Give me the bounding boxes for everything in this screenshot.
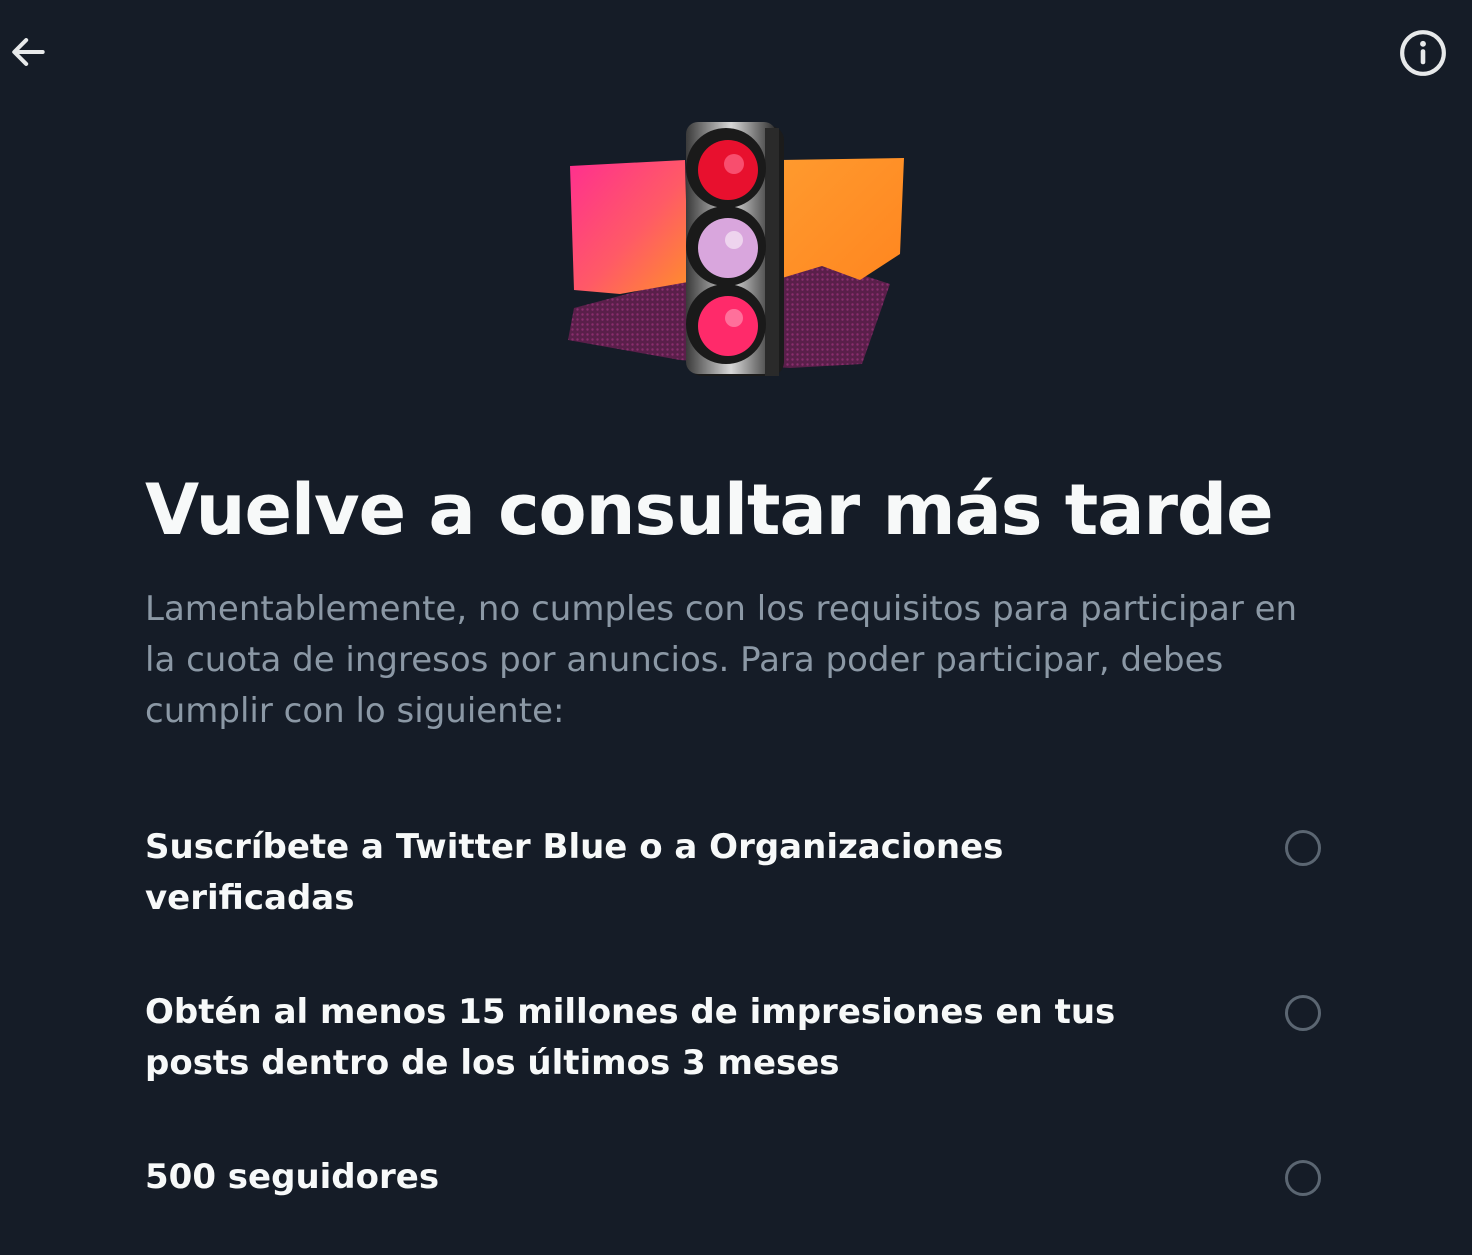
page-title: Vuelve a consultar más tarde [145, 469, 1274, 551]
requirement-item: Suscríbete a Twitter Blue o a Organizaci… [145, 822, 1325, 924]
requirement-status-circle-icon [1285, 1160, 1321, 1196]
requirement-item: Obtén al menos 15 millones de impresione… [145, 987, 1325, 1089]
info-button[interactable] [1396, 26, 1450, 80]
requirement-label: Suscríbete a Twitter Blue o a Organizaci… [145, 827, 1004, 918]
back-button[interactable] [2, 26, 54, 78]
traffic-light-illustration [560, 112, 912, 384]
info-circle-icon [1400, 30, 1446, 76]
requirement-label: 500 seguidores [145, 1157, 440, 1197]
requirement-status-circle-icon [1285, 830, 1321, 866]
main-content: Vuelve a consultar más tarde Lamentablem… [145, 462, 1325, 737]
description: Lamentablemente, no cumples con los requ… [145, 589, 1298, 731]
arrow-left-icon [12, 38, 45, 66]
requirement-label: Obtén al menos 15 millones de impresione… [145, 992, 1116, 1083]
requirement-status-circle-icon [1285, 995, 1321, 1031]
requirements-list: Suscríbete a Twitter Blue o a Organizaci… [145, 822, 1325, 1203]
requirement-item: 500 seguidores [145, 1152, 1325, 1203]
